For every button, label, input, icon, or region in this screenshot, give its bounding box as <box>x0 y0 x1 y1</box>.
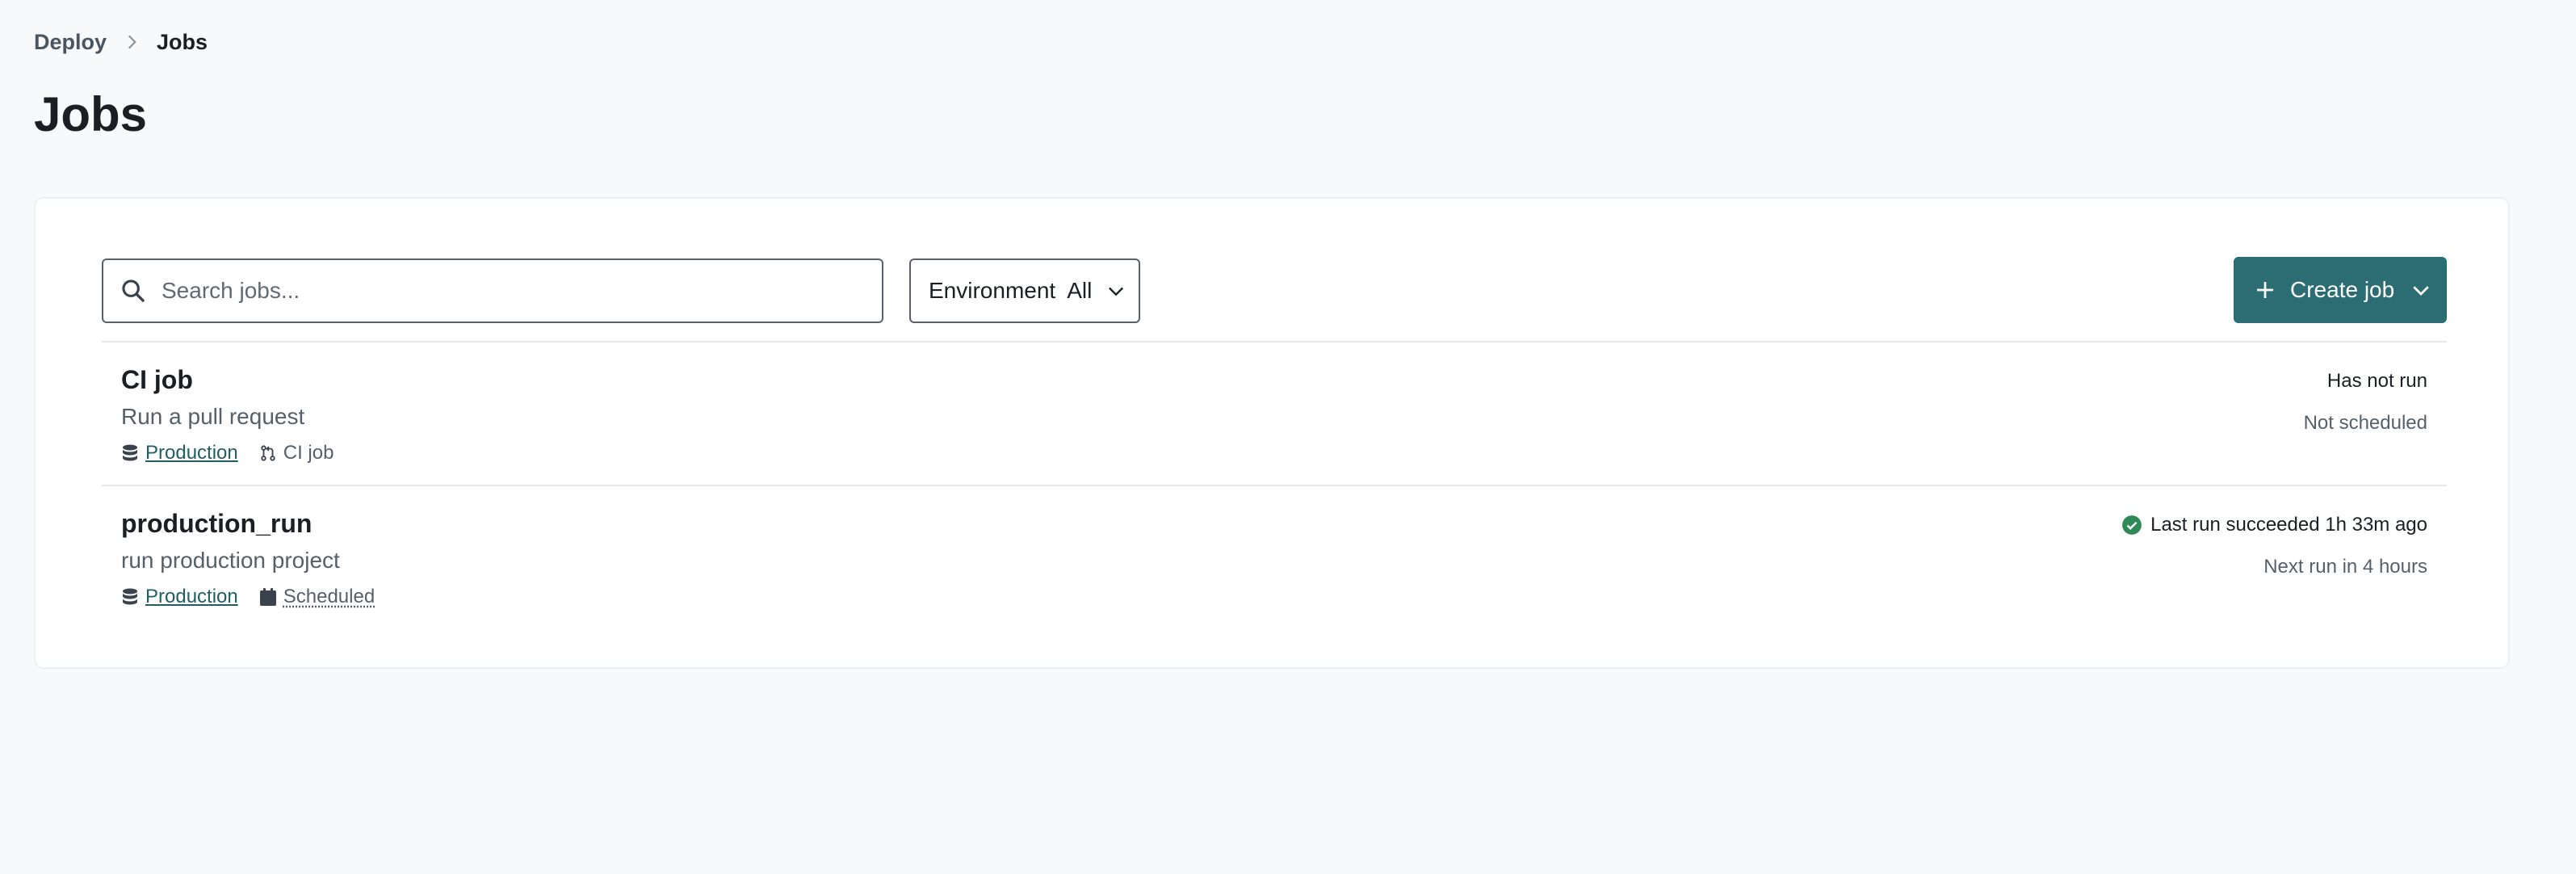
chevron-down-icon[interactable] <box>2409 278 2433 302</box>
job-row[interactable]: CI job Run a pull request Production CI … <box>102 342 2447 485</box>
search-box[interactable] <box>102 258 883 323</box>
job-description: Run a pull request <box>121 404 305 429</box>
chevron-down-icon <box>1105 279 1127 302</box>
chevron-right-icon <box>121 32 142 53</box>
job-row[interactable]: production_run run production project Pr… <box>102 486 2447 628</box>
page-title: Jobs <box>34 87 148 141</box>
job-trigger[interactable]: Scheduled <box>283 586 375 608</box>
database-icon <box>121 587 139 607</box>
job-schedule: Not scheduled <box>2303 412 2427 434</box>
database-icon <box>121 443 139 463</box>
job-meta: Production CI job <box>121 441 334 465</box>
environment-filter-dropdown[interactable]: Environment All <box>909 258 1140 323</box>
plus-icon <box>2253 278 2277 302</box>
breadcrumb-current: Jobs <box>157 29 208 54</box>
job-trigger: CI job <box>283 442 334 464</box>
check-circle-icon <box>2121 515 2142 536</box>
job-status-text: Last run succeeded 1h 33m ago <box>2150 514 2427 536</box>
job-name[interactable]: CI job <box>121 365 193 395</box>
jobs-list: CI job Run a pull request Production CI … <box>102 341 2447 628</box>
search-icon <box>120 277 147 305</box>
job-schedule: Next run in 4 hours <box>2263 556 2427 578</box>
job-description: run production project <box>121 548 340 573</box>
job-status: Has not run <box>2327 370 2427 393</box>
job-name[interactable]: production_run <box>121 509 312 539</box>
job-meta: Production Scheduled <box>121 585 375 609</box>
pull-request-icon <box>259 443 277 463</box>
search-input[interactable] <box>160 266 882 316</box>
environment-link[interactable]: Production <box>145 442 238 464</box>
breadcrumb: Deploy Jobs <box>34 27 208 57</box>
job-status: Last run succeeded 1h 33m ago <box>2121 514 2427 536</box>
environment-link[interactable]: Production <box>145 586 238 608</box>
calendar-icon <box>259 587 277 607</box>
environment-filter-label: Environment <box>929 278 1056 303</box>
environment-filter-value: All <box>1067 278 1093 303</box>
breadcrumb-deploy-link[interactable]: Deploy <box>34 30 107 55</box>
create-job-label: Create job <box>2290 277 2395 302</box>
create-job-button[interactable]: Create job <box>2234 257 2447 323</box>
jobs-card: Environment All Create job CI job Run a … <box>34 197 2510 669</box>
job-status-text: Has not run <box>2326 370 2427 392</box>
